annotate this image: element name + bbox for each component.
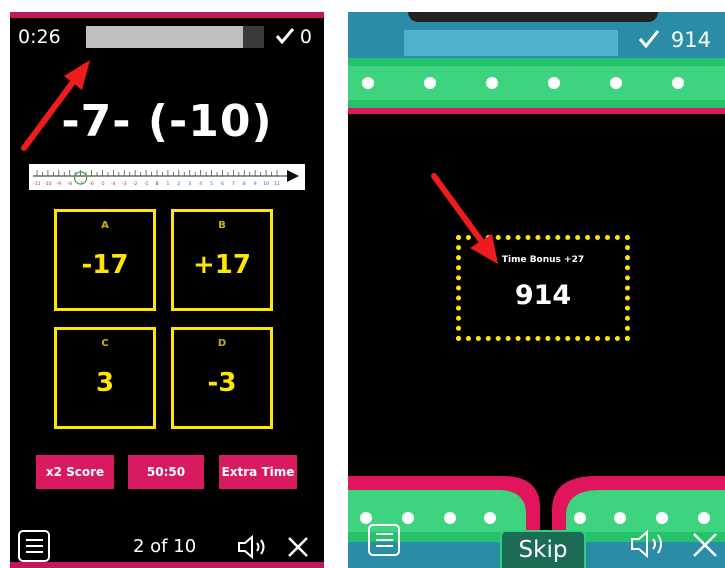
answer-a[interactable]: A -17 [54, 209, 156, 311]
number-line-label: 1 [166, 181, 169, 187]
number-line-label: 8 [243, 181, 246, 187]
bonus-score: 914 [514, 280, 572, 311]
number-line-label: -8 [67, 181, 72, 187]
check-icon [275, 28, 295, 45]
number-line-label: 0 [156, 181, 159, 187]
number-line-graphic: -11 -10 -9 -8 -7 -6 -5 -4 -3 -2 -1 0 1 2 3 4 5 6 7 8 9 10 11 [33, 170, 299, 187]
left-quiz-screen: 0:26 0 -7- (-10) -11 -10 -9 -8 -7 -6 -5 -4 -3 -2-… [10, 12, 324, 568]
close-icon[interactable] [287, 536, 309, 558]
number-line-label: 11 [274, 181, 280, 187]
pink-accent-strip [348, 108, 725, 114]
marquee-bulb [656, 512, 668, 524]
marquee-bulb [444, 512, 456, 524]
marquee-bulb [484, 512, 496, 524]
number-line-label: -9 [57, 181, 62, 187]
number-line-label: -3 [122, 181, 127, 187]
number-line-label: 10 [263, 181, 269, 187]
question-text: -7- (-10) [61, 96, 273, 147]
bottom-accent-strip [10, 562, 324, 568]
number-line-label: -5 [100, 181, 105, 187]
extra-time-button[interactable]: Extra Time [219, 455, 297, 489]
number-line-label: 4 [199, 181, 202, 187]
answer-c[interactable]: C 3 [54, 327, 156, 429]
check-icon [638, 30, 660, 49]
number-line: -11 -10 -9 -8 -7 -6 -5 -4 -3 -2 -1 0 1 2 3 4 5 6 7 8 9 10 11 [29, 164, 305, 190]
right-bonus-screen: 914 Time Bonus +27 914 Skip [348, 12, 725, 568]
answer-letter: B [218, 220, 226, 231]
marquee-bulb [402, 512, 414, 524]
marquee-bulb [614, 512, 626, 524]
number-line-label: -10 [44, 181, 51, 187]
menu-icon [25, 539, 43, 541]
top-hud: 914 [348, 12, 725, 58]
marquee-bulb [360, 512, 372, 524]
double-score-button[interactable]: x2 Score [36, 455, 114, 489]
answer-d[interactable]: D -3 [171, 327, 273, 429]
marquee-lights-top [348, 58, 725, 108]
number-line-label: 2 [177, 181, 180, 187]
marquee-bulb [548, 77, 560, 89]
marquee-bulb [672, 77, 684, 89]
speaker-icon[interactable] [630, 530, 670, 558]
speaker-icon[interactable] [237, 535, 271, 559]
number-line-label: -6 [89, 181, 94, 187]
number-line-label: 5 [210, 181, 213, 187]
time-bonus-box: Time Bonus +27 914 [456, 235, 630, 341]
menu-button[interactable] [18, 530, 50, 562]
answer-value: +17 [193, 250, 251, 280]
number-line-label: 7 [232, 181, 235, 187]
time-progress-fill [86, 26, 243, 48]
answer-value: -17 [81, 250, 129, 280]
marquee-bulb [610, 77, 622, 89]
marquee-bulb [424, 77, 436, 89]
number-line-label: 9 [254, 181, 257, 187]
number-line-arrowhead [287, 170, 299, 182]
number-line-label: 3 [188, 181, 191, 187]
timer-text: 0:26 [18, 26, 61, 48]
question-progress: 2 of 10 [133, 536, 197, 557]
number-line-label: -4 [111, 181, 116, 187]
marquee-bulb [486, 77, 498, 89]
close-icon[interactable] [692, 532, 718, 558]
score-display: 0 [275, 26, 312, 48]
fifty-fifty-button[interactable]: 50:50 [128, 455, 204, 489]
time-bonus-label: Time Bonus +27 [501, 255, 585, 265]
marquee-bulb [574, 512, 586, 524]
answer-letter: D [217, 338, 227, 349]
answer-value: 3 [95, 368, 115, 398]
answer-value: -3 [207, 368, 237, 398]
number-line-label: 6 [221, 181, 224, 187]
time-progress-bar [404, 30, 618, 56]
menu-button[interactable] [368, 524, 400, 556]
answer-letter: C [101, 338, 109, 349]
number-line-label: -2 [133, 181, 138, 187]
score-value: 0 [299, 26, 312, 48]
skip-button[interactable]: Skip [500, 530, 586, 568]
score-display: 914 [638, 28, 711, 52]
top-hud: 0:26 0 [10, 18, 324, 54]
marquee-lights-row [348, 66, 725, 100]
time-progress-bar [86, 26, 264, 48]
marquee-bulb [698, 512, 710, 524]
score-value: 914 [670, 28, 711, 52]
answer-letter: A [101, 220, 109, 231]
top-frame [408, 12, 658, 22]
menu-icon [375, 533, 393, 535]
answer-b[interactable]: B +17 [171, 209, 273, 311]
number-line-label: -11 [33, 181, 40, 187]
marquee-bulb [362, 77, 374, 89]
number-line-label: -1 [144, 181, 149, 187]
